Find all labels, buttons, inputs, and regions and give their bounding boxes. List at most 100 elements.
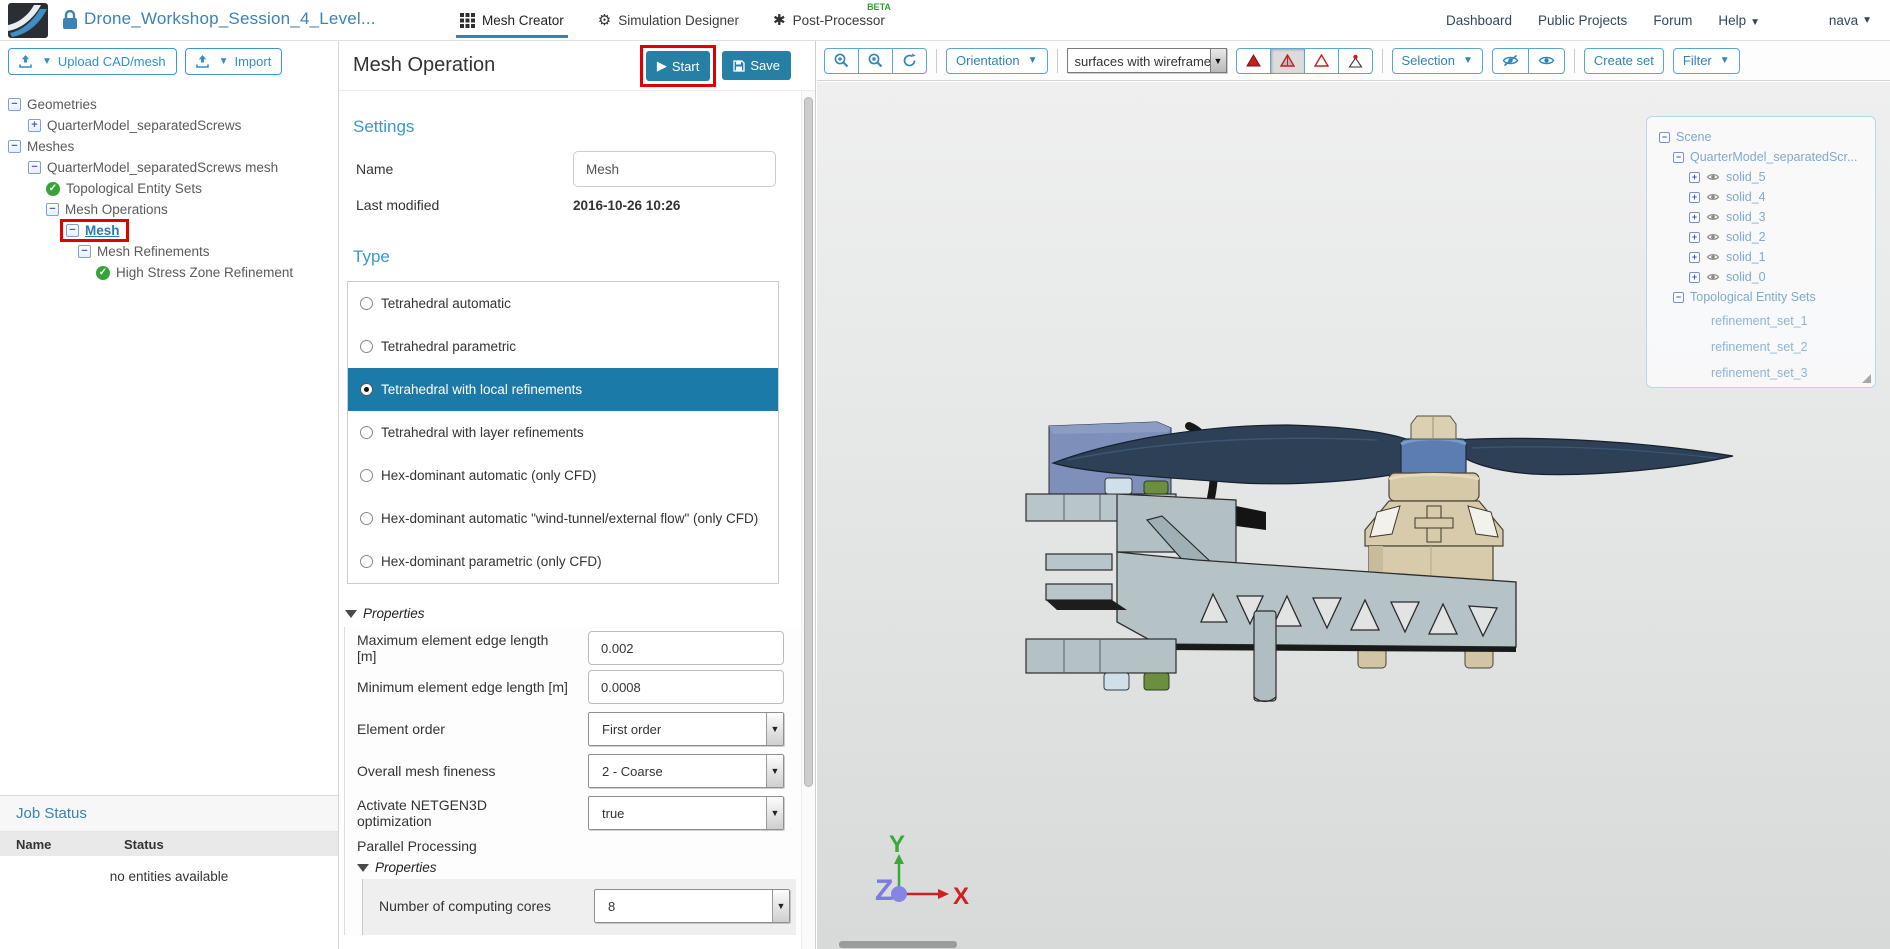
type-option-hex-dominant-parametric[interactable]: Hex-dominant parametric (only CFD) [348,540,778,583]
project-title[interactable]: Drone_Workshop_Session_4_Level... [84,9,376,29]
name-input[interactable] [573,151,776,187]
filter-button[interactable]: Filter ▼ [1672,47,1740,74]
tree-item-mesh-refinements[interactable]: − Mesh Refinements [0,242,338,261]
points-mode-button[interactable] [1337,47,1373,74]
create-set-button[interactable]: Create set [1583,47,1664,74]
type-option-tetrahedral-parametric[interactable]: Tetrahedral parametric [348,325,778,368]
eye-icon[interactable] [1706,212,1720,222]
user-menu[interactable]: nava ▼ [1829,0,1872,41]
scene-solid-1[interactable]: + solid_1 [1659,247,1875,267]
tree-item-geometries[interactable]: − Geometries [0,95,338,114]
radio-icon[interactable] [360,555,373,568]
scene-solid-2[interactable]: + solid_2 [1659,227,1875,247]
scene-solid-3[interactable]: + solid_3 [1659,207,1875,227]
type-option-hex-dominant-automatic[interactable]: Hex-dominant automatic (only CFD) [348,454,778,497]
surfaces-wireframe-mode-button[interactable] [1269,47,1305,74]
type-option-tetrahedral-layer-refinements[interactable]: Tetrahedral with layer refinements [348,411,778,454]
tree-item-mesh[interactable]: − Mesh [0,219,338,242]
tree-item-mesh-operations[interactable]: − Mesh Operations [0,200,338,219]
type-option-tetrahedral-automatic[interactable]: Tetrahedral automatic [348,282,778,325]
hide-selection-button[interactable] [1491,47,1529,74]
radio-icon[interactable] [360,426,373,439]
3d-viewport[interactable]: Y X Z − Scene − QuarterModel_separatedSc… [817,82,1890,949]
tree-item-mesh-label[interactable]: Mesh [85,223,120,238]
collapse-icon[interactable]: − [8,140,21,153]
max-edge-length-input[interactable] [588,631,784,665]
render-mode-select[interactable]: surfaces with wireframe ▼ [1066,48,1227,73]
expand-icon[interactable]: + [1689,171,1700,183]
element-order-select[interactable]: First order ▼ [588,712,784,746]
orientation-button[interactable]: Orientation ▼ [946,47,1048,74]
collapse-icon[interactable]: − [1673,151,1684,163]
scene-refinement-set-1[interactable]: refinement_set_1 [1659,311,1875,331]
eye-icon[interactable] [1706,272,1720,282]
nav-link-public-projects[interactable]: Public Projects [1538,13,1627,28]
collapse-icon[interactable]: − [1659,131,1670,143]
expand-icon[interactable]: + [1689,231,1700,243]
scrollbar-thumb[interactable] [804,97,813,787]
scene-solid-0[interactable]: + solid_0 [1659,267,1875,287]
radio-icon[interactable] [360,512,373,525]
expand-icon[interactable]: + [1689,251,1700,263]
collapse-icon[interactable]: − [78,245,91,258]
selection-button[interactable]: Selection ▼ [1391,47,1483,74]
tab-mesh-creator[interactable]: Mesh Creator [456,0,568,41]
scene-refinement-set-2[interactable]: refinement_set_2 [1659,337,1875,357]
scene-solid-5[interactable]: + solid_5 [1659,167,1875,187]
tab-post-processor[interactable]: ✱ Post-Processor BETA [773,0,891,41]
properties-collapse-header[interactable]: Properties [345,606,815,621]
tree-item-high-stress-zone-refinement[interactable]: ✓ High Stress Zone Refinement [0,263,338,282]
show-selection-button[interactable] [1527,47,1565,74]
collapse-icon[interactable]: − [46,203,59,216]
scene-model[interactable]: − QuarterModel_separatedScr... [1659,147,1875,167]
surfaces-mode-button[interactable] [1235,47,1271,74]
zoom-fit-button[interactable] [858,47,893,74]
horizontal-scrollbar-thumb[interactable] [839,941,957,948]
tree-item-mesh-model[interactable]: − QuarterModel_separatedScrews mesh [0,158,338,177]
scene-refinement-set-3[interactable]: refinement_set_3 [1659,363,1875,383]
collapse-icon[interactable]: − [1673,291,1684,303]
import-button[interactable]: ▼ Import [184,48,283,75]
scene-solid-4[interactable]: + solid_4 [1659,187,1875,207]
eye-icon[interactable] [1706,172,1720,182]
simscale-logo-icon[interactable] [8,3,48,38]
expand-icon[interactable]: + [1689,191,1700,203]
tab-simulation-designer[interactable]: ⚙ Simulation Designer [598,0,739,41]
tree-item-topological-entity-sets[interactable]: ✓ Topological Entity Sets [0,179,338,198]
type-option-hex-dominant-wind-tunnel[interactable]: Hex-dominant automatic "wind-tunnel/exte… [348,497,778,540]
upload-cad-mesh-button[interactable]: ▼ Upload CAD/mesh [8,48,177,75]
computing-cores-select[interactable]: 8 ▼ [594,889,790,923]
radio-icon[interactable] [360,340,373,353]
expand-icon[interactable]: + [28,119,41,132]
min-edge-length-input[interactable] [588,670,784,704]
mesh-fineness-select[interactable]: 2 - Coarse ▼ [588,754,784,788]
eye-icon[interactable] [1706,192,1720,202]
collapse-icon[interactable]: − [28,161,41,174]
scene-topological-entity-sets[interactable]: − Topological Entity Sets [1659,287,1875,307]
eye-icon[interactable] [1706,232,1720,242]
radio-icon[interactable] [360,297,373,310]
expand-icon[interactable]: + [1689,271,1700,283]
nav-menu-help[interactable]: Help ▼ [1718,13,1760,28]
save-button[interactable]: Save [722,51,791,80]
radio-icon[interactable] [360,469,373,482]
scene-root[interactable]: − Scene [1659,127,1875,147]
nested-properties-collapse-header[interactable]: Properties [357,860,815,875]
collapse-icon[interactable]: − [8,98,21,111]
nav-link-dashboard[interactable]: Dashboard [1446,13,1512,28]
netgen3d-select[interactable]: true ▼ [588,796,784,830]
panel-resize-grip[interactable] [1862,374,1871,383]
expand-icon[interactable]: + [1689,211,1700,223]
tree-item-meshes[interactable]: − Meshes [0,137,338,156]
nav-link-forum[interactable]: Forum [1653,13,1692,28]
type-option-tetrahedral-local-refinements[interactable]: Tetrahedral with local refinements [348,368,778,411]
wireframe-mode-button[interactable] [1303,47,1339,74]
radio-checked-icon[interactable] [360,383,373,396]
reset-view-button[interactable] [892,47,927,74]
collapse-icon[interactable]: − [66,224,79,237]
start-button[interactable]: ▶ Start [645,51,711,81]
operation-panel-scrollbar[interactable] [801,91,815,949]
tree-item-geometry-model[interactable]: + QuarterModel_separatedScrews [0,116,338,135]
eye-icon[interactable] [1706,252,1720,262]
zoom-in-button[interactable] [824,47,859,74]
